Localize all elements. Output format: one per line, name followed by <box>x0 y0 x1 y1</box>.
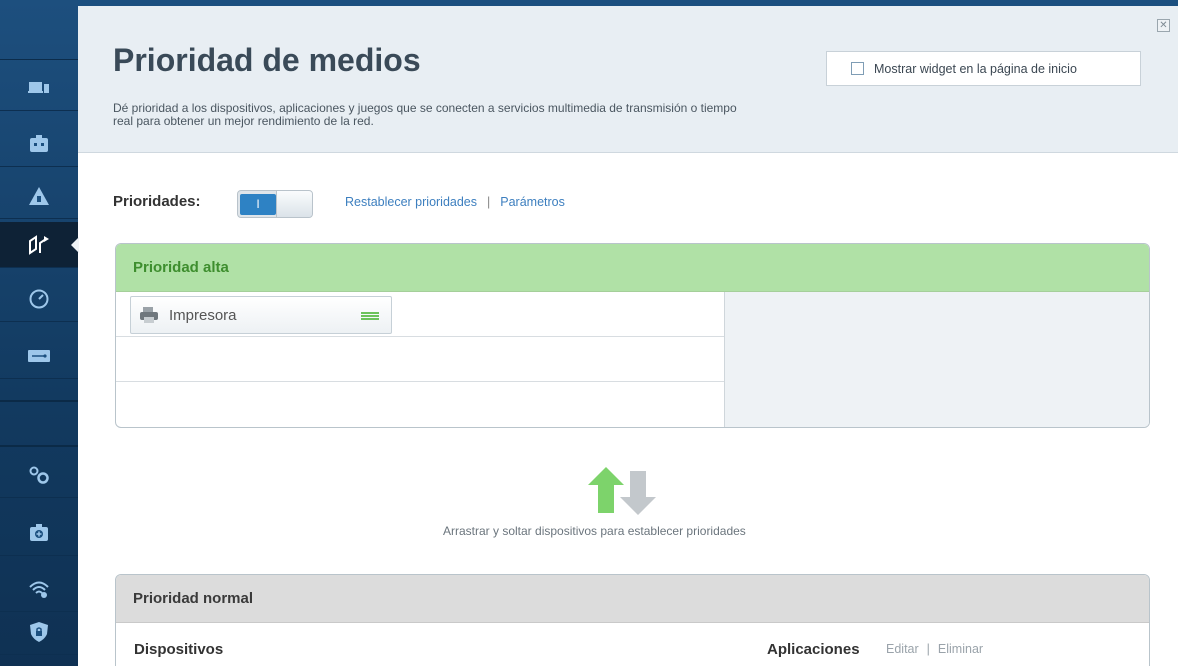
device-chip-printer[interactable]: Impresora <box>130 296 392 334</box>
sidebar-divider <box>0 445 78 447</box>
sidebar-item-speed-test[interactable] <box>0 276 78 322</box>
guest-access-icon <box>28 185 50 207</box>
priority-slot <box>116 337 724 382</box>
external-storage-icon <box>28 345 50 367</box>
devices-icon <box>28 77 50 99</box>
close-icon[interactable]: ✕ <box>1157 19 1170 32</box>
sidebar-item-troubleshooting[interactable] <box>0 510 78 556</box>
device-name: Impresora <box>169 306 237 324</box>
priority-slot: Impresora <box>116 292 724 337</box>
edit-link[interactable]: Editar <box>886 642 919 656</box>
normal-priority-panel: Prioridad normal Dispositivos Aplicacion… <box>115 574 1150 666</box>
sidebar-item-media-prioritization[interactable] <box>0 222 79 268</box>
drag-handle-icon[interactable] <box>361 312 379 320</box>
high-priority-device-list: Impresora <box>116 292 724 427</box>
sidebar <box>0 0 79 666</box>
troubleshooting-icon <box>28 522 50 544</box>
page-description: Dé prioridad a los dispositivos, aplicac… <box>113 101 737 128</box>
sidebar-top <box>0 0 78 60</box>
high-priority-apps-area <box>724 292 1149 427</box>
drag-arrows-icon <box>586 467 686 517</box>
toggle-on-indicator: I <box>240 194 276 215</box>
sidebar-item-devices[interactable] <box>0 65 78 111</box>
delete-link[interactable]: Eliminar <box>938 642 983 656</box>
devices-column-header: Dispositivos <box>134 641 224 658</box>
show-widget-option[interactable]: Mostrar widget en la página de inicio <box>826 51 1141 86</box>
sidebar-divider <box>0 400 78 402</box>
active-caret-icon <box>71 237 79 253</box>
wireless-icon <box>28 578 50 600</box>
priority-slot <box>116 382 724 427</box>
priorities-toggle[interactable]: I <box>237 190 313 218</box>
security-icon <box>28 621 50 643</box>
high-priority-header: Prioridad alta <box>116 244 1149 292</box>
sidebar-item-parental-controls[interactable] <box>0 121 78 167</box>
media-prioritization-page: Prioridad de medios Dé prioridad a los d… <box>0 0 1178 666</box>
show-widget-label: Mostrar widget en la página de inicio <box>874 61 1077 76</box>
drag-hint-text: Arrastrar y soltar dispositivos para est… <box>443 524 746 538</box>
sidebar-item-wireless[interactable] <box>0 566 78 612</box>
parental-controls-icon <box>28 133 50 155</box>
normal-priority-header: Prioridad normal <box>116 575 1149 623</box>
sidebar-item-external-storage[interactable] <box>0 333 78 379</box>
printer-icon <box>139 307 159 323</box>
media-prioritization-icon <box>28 234 50 256</box>
sidebar-item-security[interactable] <box>0 609 78 655</box>
page-header: Prioridad de medios Dé prioridad a los d… <box>78 0 1178 153</box>
priority-links: Restablecer prioridades | Parámetros <box>345 195 565 209</box>
link-separator: | <box>487 195 491 209</box>
page-title: Prioridad de medios <box>113 42 421 78</box>
reset-priorities-link[interactable]: Restablecer prioridades <box>345 195 477 209</box>
settings-link[interactable]: Parámetros <box>500 195 565 209</box>
sidebar-item-connectivity[interactable] <box>0 452 78 498</box>
show-widget-checkbox[interactable] <box>851 62 864 75</box>
sidebar-item-guest-access[interactable] <box>0 173 78 219</box>
action-separator: | <box>926 642 930 656</box>
speed-test-icon <box>28 288 50 310</box>
high-priority-panel: Prioridad alta Impresora <box>115 243 1150 428</box>
apps-column-header: Aplicaciones <box>767 641 860 658</box>
apps-actions: Editar | Eliminar <box>886 642 983 656</box>
connectivity-icon <box>28 464 50 486</box>
priorities-label: Prioridades: <box>113 193 201 210</box>
toggle-knob[interactable] <box>276 191 312 217</box>
